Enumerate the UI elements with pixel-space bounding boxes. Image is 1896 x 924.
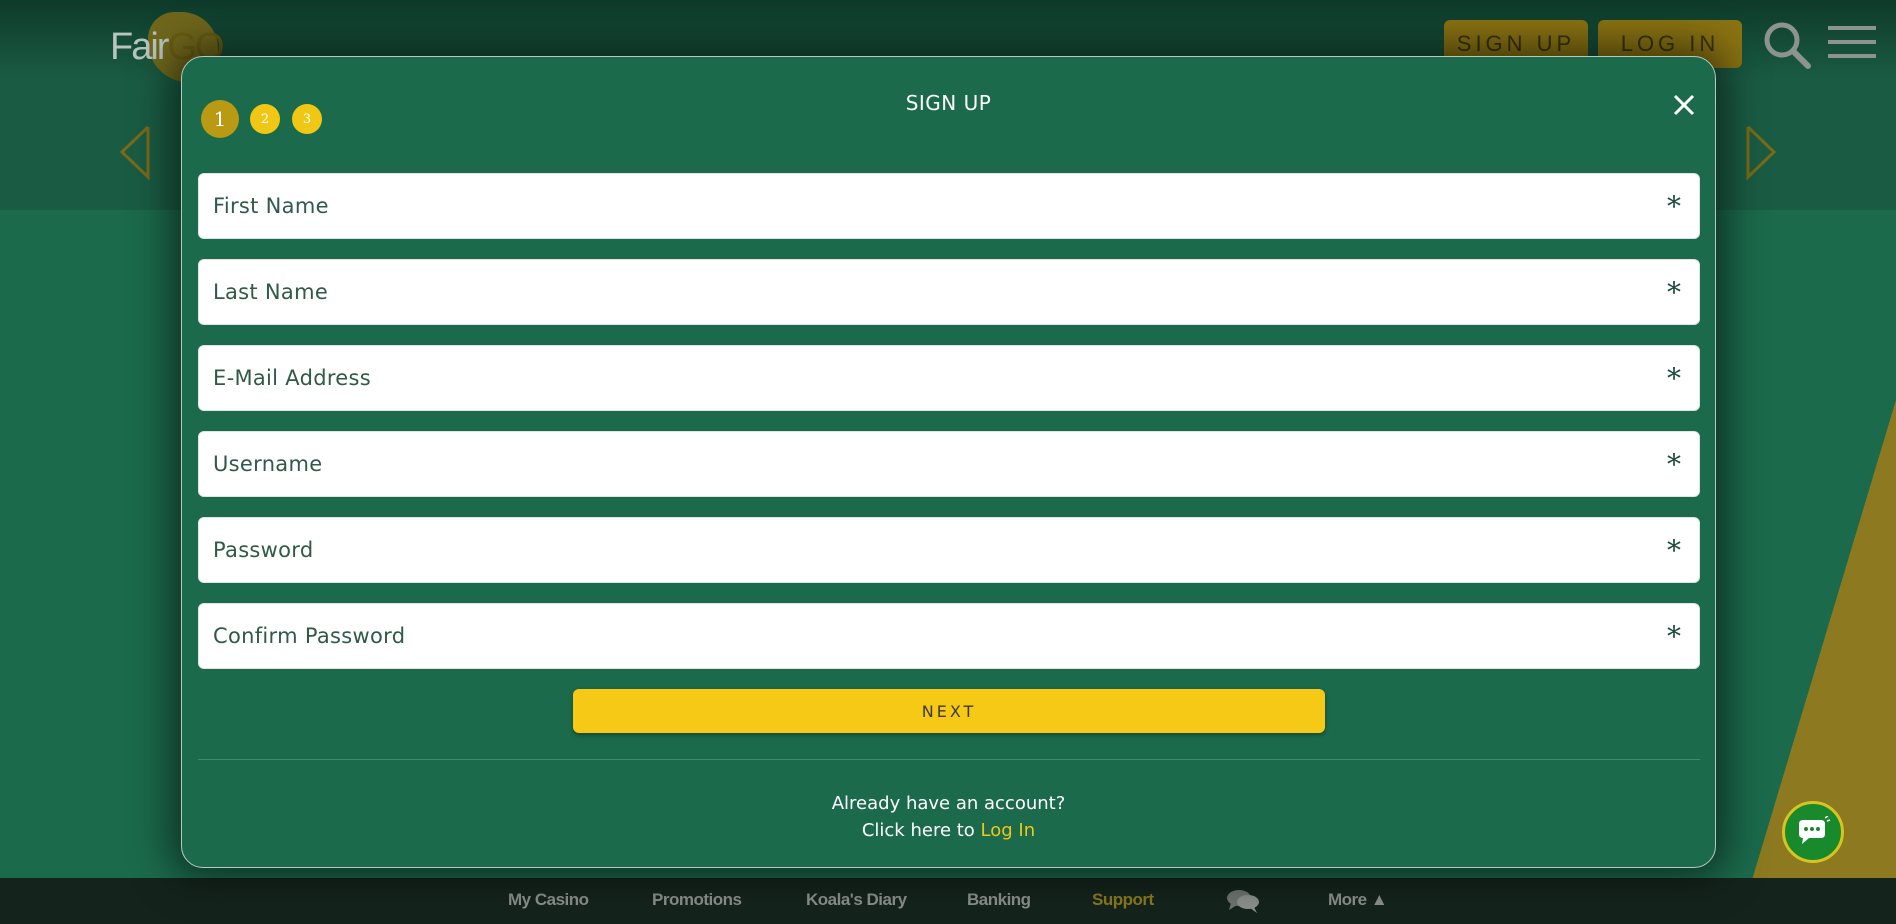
nav-item-support[interactable]: Support [1092,890,1154,910]
nav-item-more[interactable]: More ▲ [1328,890,1388,910]
required-asterisk: * [1667,620,1681,653]
required-asterisk: * [1667,190,1681,223]
first-name-placeholder: First Name [213,194,329,218]
next-button[interactable]: NEXT [573,689,1325,733]
password-field[interactable]: Password * [198,517,1700,583]
nav-item-promotions[interactable]: Promotions [652,890,742,910]
login-link[interactable]: Log In [981,820,1036,841]
hamburger-menu-icon[interactable] [1828,24,1876,60]
close-icon[interactable] [1670,91,1698,119]
password-placeholder: Password [213,538,314,562]
confirm-password-field[interactable]: Confirm Password * [198,603,1700,669]
username-field[interactable]: Username * [198,431,1700,497]
email-placeholder: E-Mail Address [213,366,372,390]
required-asterisk: * [1667,534,1681,567]
nav-item-koalas-diary[interactable]: Koala's Diary [806,890,907,910]
carousel-prev-arrow-icon[interactable] [118,124,152,180]
email-field[interactable]: E-Mail Address * [198,345,1700,411]
signup-modal: 1 2 3 SIGN UP First Name * Last Name * E… [181,56,1716,868]
last-name-placeholder: Last Name [213,280,329,304]
login-prompt-prefix: Click here to [861,820,975,841]
divider [198,759,1700,760]
bottom-nav: My Casino Promotions Koala's Diary Banki… [0,878,1896,924]
chat-bubbles-icon[interactable] [1226,888,1260,914]
account-question: Already have an account? [831,793,1066,814]
required-asterisk: * [1667,362,1681,395]
required-asterisk: * [1667,448,1681,481]
modal-title: SIGN UP [905,91,992,115]
chat-icon [1799,816,1831,844]
search-icon[interactable] [1762,20,1812,70]
username-placeholder: Username [213,452,323,476]
nav-item-banking[interactable]: Banking [967,890,1031,910]
carousel-next-arrow-icon[interactable] [1744,124,1778,180]
first-name-field[interactable]: First Name * [198,173,1700,239]
required-asterisk: * [1667,276,1681,309]
login-prompt: Click here to Log In [182,820,1715,841]
nav-item-my-casino[interactable]: My Casino [508,890,589,910]
live-chat-button[interactable] [1782,801,1844,863]
last-name-field[interactable]: Last Name * [198,259,1700,325]
confirm-password-placeholder: Confirm Password [213,624,406,648]
